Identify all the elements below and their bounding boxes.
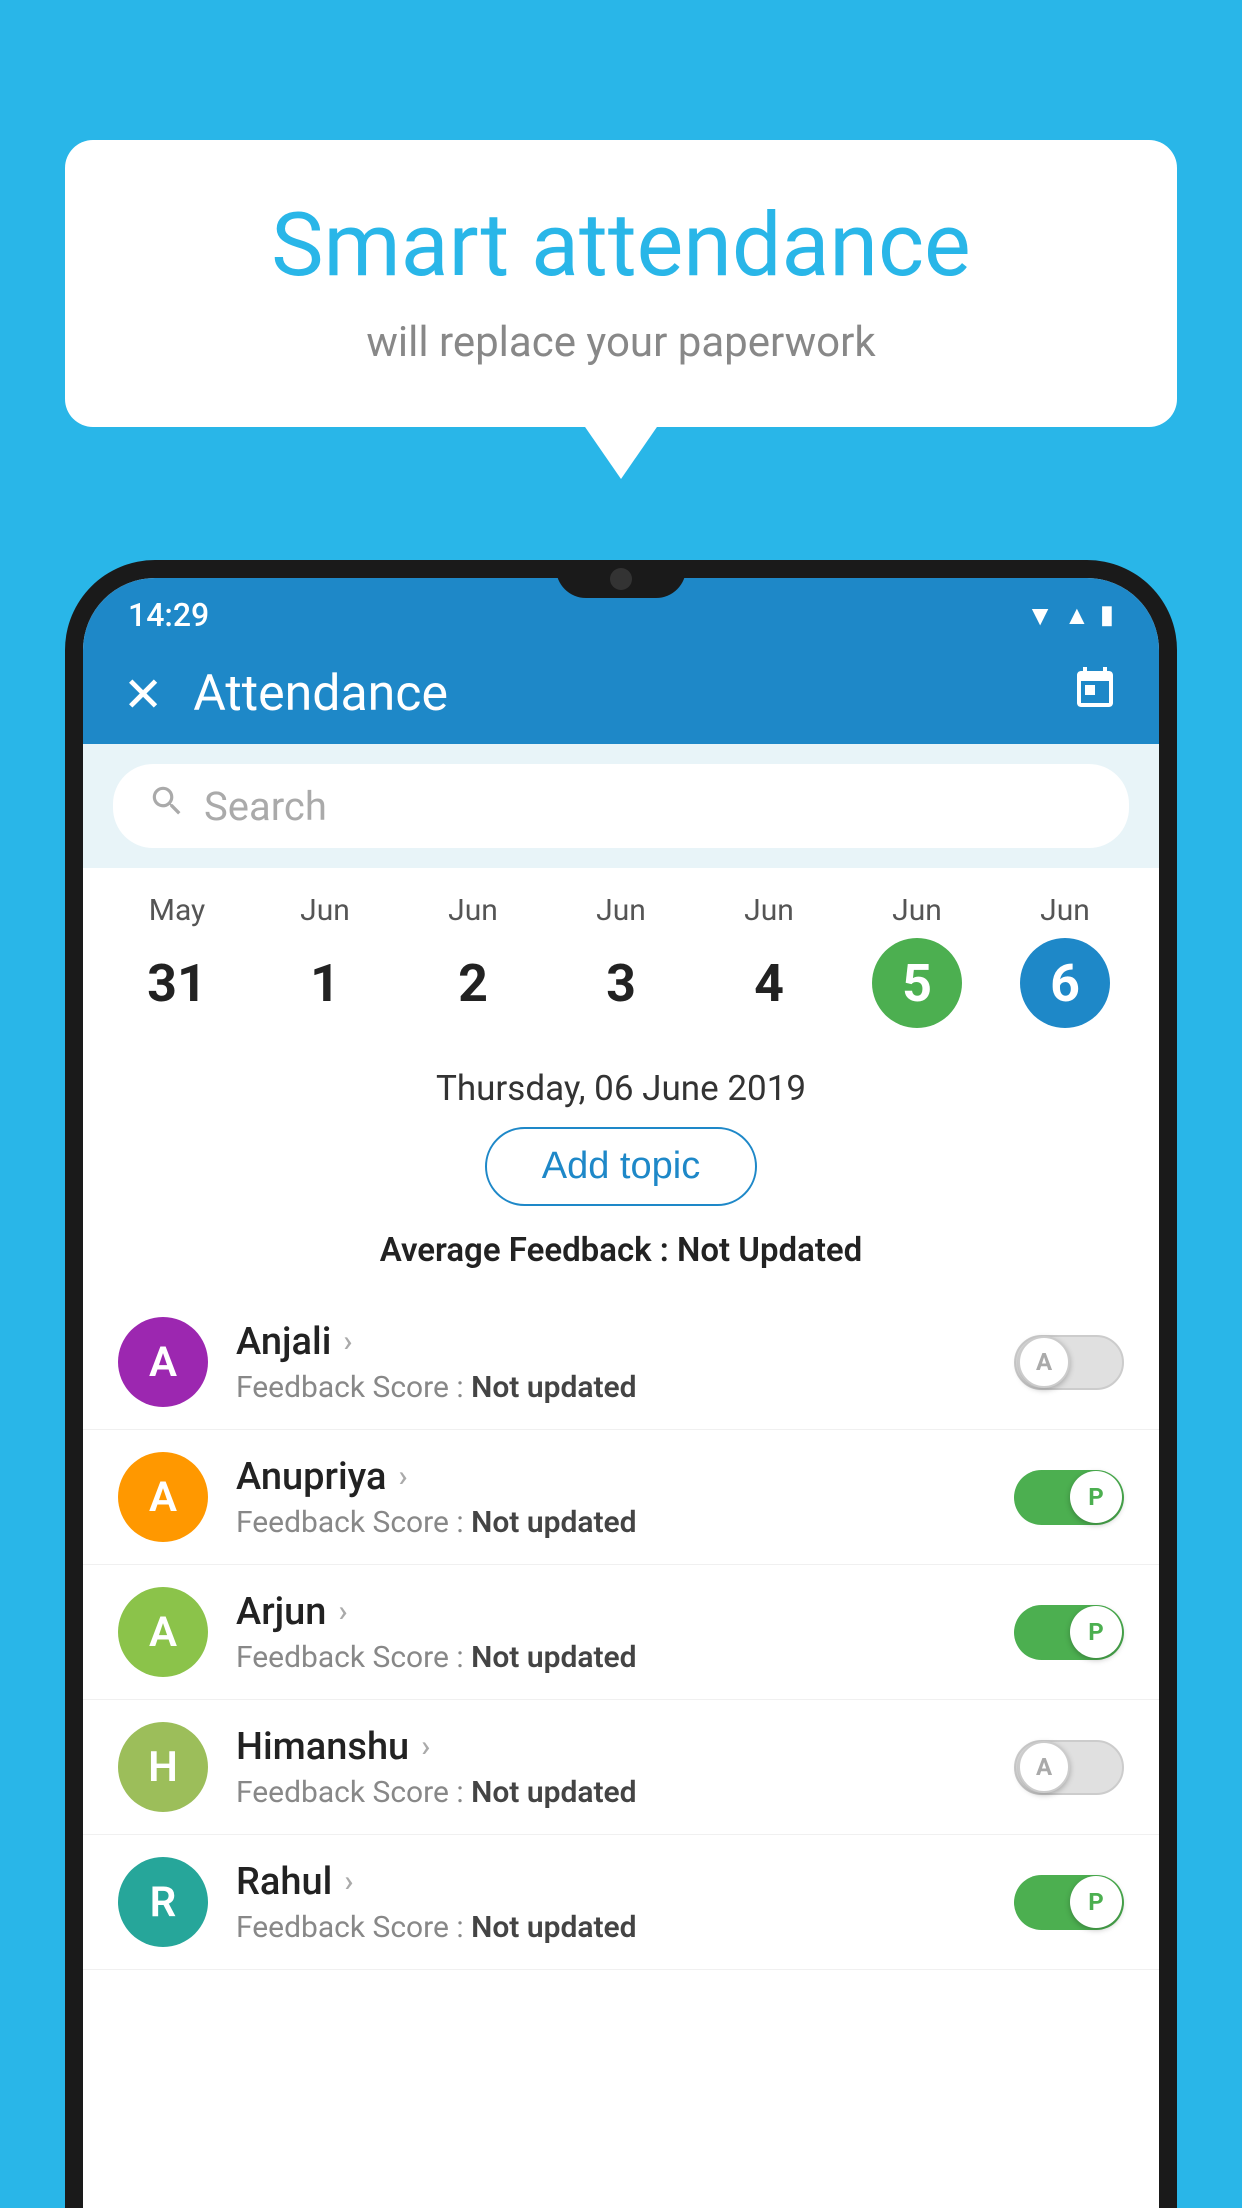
student-info: Himanshu › Feedback Score : Not updated — [236, 1725, 986, 1810]
student-item[interactable]: H Himanshu › Feedback Score : Not updated A — [83, 1700, 1159, 1835]
calendar-icon[interactable] — [1071, 665, 1119, 724]
toggle-switch[interactable]: P — [1014, 1605, 1124, 1660]
calendar-day[interactable]: Jun 4 — [724, 893, 814, 1028]
toggle-switch[interactable]: P — [1014, 1875, 1124, 1930]
phone-notch — [556, 560, 686, 598]
calendar-day[interactable]: May 31 — [132, 893, 222, 1028]
toggle-thumb: P — [1070, 1606, 1122, 1658]
cal-num-label: 2 — [428, 938, 518, 1028]
avatar: A — [118, 1317, 208, 1407]
average-feedback: Average Feedback : Not Updated — [83, 1231, 1159, 1270]
speech-bubble: Smart attendance will replace your paper… — [65, 140, 1177, 427]
feedback-score: Feedback Score : Not updated — [236, 1505, 986, 1540]
student-item[interactable]: A Arjun › Feedback Score : Not updated P — [83, 1565, 1159, 1700]
close-button[interactable]: ✕ — [123, 666, 163, 723]
avatar: H — [118, 1722, 208, 1812]
toggle-thumb: P — [1070, 1876, 1122, 1928]
add-topic-button[interactable]: Add topic — [485, 1127, 757, 1206]
phone-outer: 14:29 ▼ ▲ ▮ ✕ Attendance — [65, 560, 1177, 2208]
toggle-thumb: P — [1070, 1471, 1122, 1523]
signal-icon: ▲ — [1064, 600, 1090, 631]
student-item[interactable]: R Rahul › Feedback Score : Not updated P — [83, 1835, 1159, 1970]
bubble-title: Smart attendance — [125, 195, 1117, 296]
student-info: Arjun › Feedback Score : Not updated — [236, 1590, 986, 1675]
header-title: Attendance — [193, 665, 1071, 723]
feedback-score: Feedback Score : Not updated — [236, 1775, 986, 1810]
student-list: AAnjali ›Feedback Score : Not updatedAAA… — [83, 1295, 1159, 1970]
cal-num-label: 5 — [872, 938, 962, 1028]
student-name: Rahul › — [236, 1860, 986, 1904]
content-area: Thursday, 06 June 2019 Add topic Average… — [83, 1043, 1159, 2208]
selected-date: Thursday, 06 June 2019 — [83, 1043, 1159, 1127]
feedback-score: Feedback Score : Not updated — [236, 1910, 986, 1945]
bubble-subtitle: will replace your paperwork — [125, 318, 1117, 367]
student-item[interactable]: A Anupriya › Feedback Score : Not updated P — [83, 1430, 1159, 1565]
chevron-icon: › — [398, 1459, 407, 1494]
cal-month-label: Jun — [744, 893, 794, 928]
feedback-score: Feedback Score : Not updated — [236, 1640, 986, 1675]
battery-icon: ▮ — [1100, 600, 1114, 630]
student-info: Anupriya › Feedback Score : Not updated — [236, 1455, 986, 1540]
cal-month-label: May — [149, 893, 205, 928]
search-bar[interactable]: Search — [113, 764, 1129, 848]
cal-month-label: Jun — [1040, 893, 1090, 928]
student-name: Himanshu › — [236, 1725, 986, 1769]
attendance-toggle[interactable]: P — [1014, 1470, 1124, 1525]
feedback-score: Feedback Score : Not updated — [236, 1370, 986, 1405]
calendar-day[interactable]: Jun 6 — [1020, 893, 1110, 1028]
wifi-icon: ▼ — [1026, 599, 1054, 632]
phone-screen: 14:29 ▼ ▲ ▮ ✕ Attendance — [83, 578, 1159, 2208]
search-placeholder: Search — [204, 783, 327, 830]
student-name: Anupriya › — [236, 1455, 986, 1499]
avatar: R — [118, 1857, 208, 1947]
student-info: Anjali › Feedback Score : Not updated — [236, 1320, 986, 1405]
chevron-icon: › — [344, 1864, 353, 1899]
chevron-icon: › — [343, 1324, 352, 1359]
toggle-switch[interactable]: A — [1014, 1740, 1124, 1795]
student-name: Arjun › — [236, 1590, 986, 1634]
cal-num-label: 6 — [1020, 938, 1110, 1028]
attendance-toggle[interactable]: A — [1014, 1335, 1124, 1390]
attendance-toggle[interactable]: P — [1014, 1875, 1124, 1930]
student-item[interactable]: A Anjali › Feedback Score : Not updated A — [83, 1295, 1159, 1430]
cal-num-label: 3 — [576, 938, 666, 1028]
toggle-thumb: A — [1018, 1741, 1070, 1793]
student-info: Rahul › Feedback Score : Not updated — [236, 1860, 986, 1945]
toggle-switch[interactable]: A — [1014, 1335, 1124, 1390]
chevron-icon: › — [338, 1594, 347, 1629]
cal-month-label: Jun — [892, 893, 942, 928]
attendance-toggle[interactable]: A — [1014, 1740, 1124, 1795]
calendar-strip: May 31 Jun 1 Jun 2 Jun 3 Jun 4 Jun 5 Jun 6 — [83, 868, 1159, 1043]
status-time: 14:29 — [128, 596, 209, 634]
search-container: Search — [83, 744, 1159, 868]
calendar-day[interactable]: Jun 3 — [576, 893, 666, 1028]
attendance-toggle[interactable]: P — [1014, 1605, 1124, 1660]
cal-num-label: 1 — [280, 938, 370, 1028]
avatar: A — [118, 1452, 208, 1542]
calendar-day[interactable]: Jun 2 — [428, 893, 518, 1028]
cal-month-label: Jun — [300, 893, 350, 928]
cal-month-label: Jun — [596, 893, 646, 928]
speech-bubble-container: Smart attendance will replace your paper… — [65, 140, 1177, 427]
cal-month-label: Jun — [448, 893, 498, 928]
average-feedback-value: Not Updated — [677, 1231, 862, 1270]
cal-num-label: 4 — [724, 938, 814, 1028]
average-feedback-label: Average Feedback : — [380, 1231, 669, 1270]
student-name: Anjali › — [236, 1320, 986, 1364]
toggle-switch[interactable]: P — [1014, 1470, 1124, 1525]
calendar-day[interactable]: Jun 1 — [280, 893, 370, 1028]
avatar: A — [118, 1587, 208, 1677]
cal-num-label: 31 — [132, 938, 222, 1028]
status-icons: ▼ ▲ ▮ — [1026, 599, 1114, 632]
phone-frame: 14:29 ▼ ▲ ▮ ✕ Attendance — [65, 560, 1177, 2208]
search-icon — [148, 782, 186, 830]
toggle-thumb: A — [1018, 1336, 1070, 1388]
app-header: ✕ Attendance — [83, 644, 1159, 744]
calendar-day[interactable]: Jun 5 — [872, 893, 962, 1028]
chevron-icon: › — [421, 1729, 430, 1764]
